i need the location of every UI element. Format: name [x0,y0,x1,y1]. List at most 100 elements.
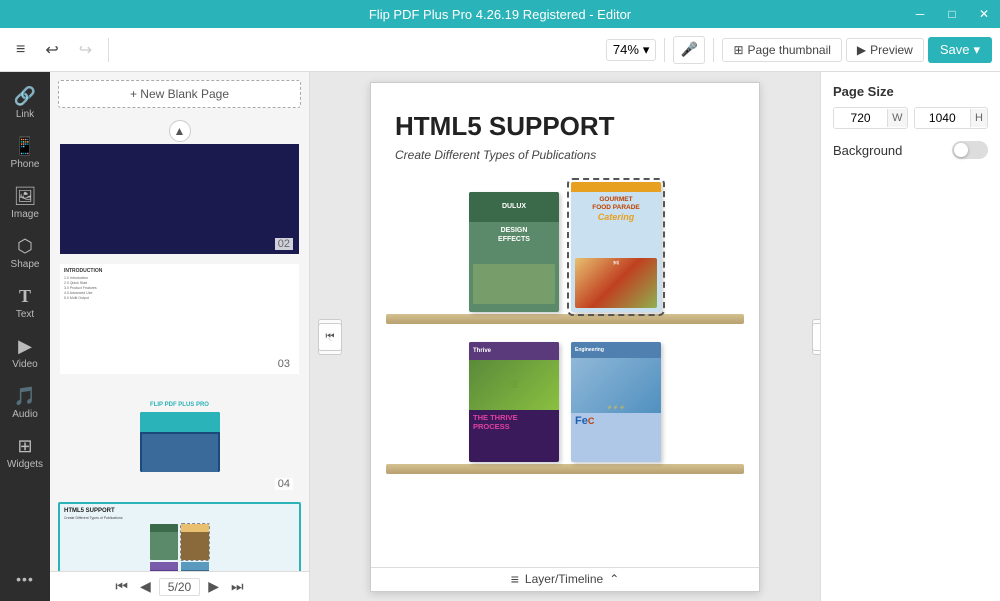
undo-button[interactable]: ↩ [37,36,66,64]
preview-button[interactable]: ▶ Preview [846,38,924,62]
thumb-prev-button[interactable]: ◀ [136,576,155,597]
page4-preview: FLIP PDF PLUS PRO [60,384,299,494]
height-input-wrap: H [914,107,989,129]
preview-icon: ▶ [857,43,866,57]
zoom-chevron-icon: ▾ [643,42,650,58]
thumbnail-page-02[interactable]: 02 [58,142,301,256]
app-title: Flip PDF Plus Pro 4.26.19 Registered - E… [369,7,631,22]
thumb-last-button[interactable]: ⏭ [227,576,248,597]
sidebar-item-more[interactable]: ••• [3,565,47,593]
mic-button[interactable]: 🎤 [673,36,705,64]
canvas-area: ‹ ⏮ HTML5 SUPPORT Create Different Types… [310,72,820,601]
sidebar-label-text: Text [16,309,34,320]
page5-preview: HTML5 SUPPORT Create Different Types of … [60,504,299,571]
page-size-inputs: W H [833,107,988,129]
thumbnail-navigation: ⏮ ◀ 5/20 ▶ ⏭ [50,571,309,601]
page3-preview: INTRODUCTION 1.0 Introduction 2.0 Quick … [60,264,299,374]
audio-icon: 🎵 [14,386,36,407]
thumb-next-button[interactable]: ▶ [204,576,223,597]
sidebar-label-video: Video [12,359,37,370]
sidebar-item-audio[interactable]: 🎵 Audio [3,380,47,426]
thumb-canvas-05: HTML5 SUPPORT Create Different Types of … [60,504,299,571]
link-icon: 🔗 [14,86,36,107]
thumbnail-page-05[interactable]: HTML5 SUPPORT Create Different Types of … [58,502,301,571]
toolbar-separator [108,38,109,62]
toolbar-separator2 [664,38,665,62]
sidebar-item-phone[interactable]: 📱 Phone [3,130,47,176]
background-label: Background [833,143,902,158]
page-indicator[interactable]: 5/20 [159,578,200,596]
thumb-scroll-top: ▲ [50,116,309,142]
thumbnail-page-04[interactable]: FLIP PDF PLUS PRO 04 [58,382,301,496]
shelf-row-1: DULUX DESIGN EFFECTS GOURMET FOOD PARADE… [391,182,739,324]
canvas-first-button[interactable]: ⏮ [318,323,342,351]
height-unit-label: H [970,109,987,127]
width-input[interactable] [834,108,887,128]
sidebar-item-link[interactable]: 🔗 Link [3,80,47,126]
sidebar-item-widgets[interactable]: ⊞ Widgets [3,430,47,476]
redo-button[interactable]: ↪ [71,36,100,64]
book-thrive-process[interactable]: Thrive 🌿 THE THRIVE PROCESS [469,342,559,462]
page-thumbnail-label: Page thumbnail [748,43,831,57]
sidebar-item-video[interactable]: ▶ Video [3,330,47,376]
thumb-num-03: 03 [275,358,293,370]
thumb-canvas-02 [60,144,299,254]
page-thumbnail-button[interactable]: ⊞ Page thumbnail [722,38,841,62]
right-panel: Page Size W H Background [820,72,1000,601]
sidebar-label-widgets: Widgets [7,459,43,470]
maximize-button[interactable]: □ [936,0,968,28]
width-unit-label: W [887,109,906,127]
left-sidebar: 🔗 Link 📱 Phone 🖼 Image ⬡ Shape T Text ▶ … [0,72,50,601]
layer-timeline-icon: ≡ [511,571,519,587]
book-gourmet-catering[interactable]: GOURMET FOOD PARADE Catering 🍽 [571,182,661,312]
thumbnail-list: 02 INTRODUCTION 1.0 Introduction 2.0 Qui… [50,142,309,571]
thumb-canvas-04: FLIP PDF PLUS PRO [60,384,299,494]
thumbnail-page-03[interactable]: INTRODUCTION 1.0 Introduction 2.0 Quick … [58,262,301,376]
new-blank-page-button[interactable]: + New Blank Page [58,80,301,108]
toolbar: ≡ ↩ ↪ 74% ▾ 🎤 ⊞ Page thumbnail ▶ Preview… [0,28,1000,72]
background-row: Background [833,141,988,159]
menu-button[interactable]: ≡ [8,37,33,63]
shelf-row-2: Thrive 🌿 THE THRIVE PROCESS Engineering [391,342,739,474]
sidebar-item-text[interactable]: T Text [3,280,47,326]
scroll-up-button[interactable]: ▲ [169,120,191,142]
thumb-num-02: 02 [275,238,293,250]
canvas-subtitle: Create Different Types of Publications [395,148,735,162]
layer-timeline-label: Layer/Timeline [525,572,603,586]
background-toggle[interactable] [952,141,988,159]
window-controls: ─ □ ✕ [904,0,1000,28]
zoom-control[interactable]: 74% ▾ [606,39,657,61]
video-icon: ▶ [18,336,32,357]
shape-icon: ⬡ [17,236,33,257]
thumbnail-icon: ⊞ [733,43,743,57]
sidebar-label-audio: Audio [12,409,38,420]
last-icon: ⏭ [820,331,821,342]
minimize-button[interactable]: ─ [904,0,936,28]
sidebar-label-image: Image [11,209,39,220]
shelf-plank-2 [386,464,744,474]
thumb-first-button[interactable]: ⏮ [111,576,132,597]
shelf-plank-1 [386,314,744,324]
book-fec[interactable]: Engineering ⚡⚡⚡ FeC [571,342,661,462]
layer-timeline-bar[interactable]: ≡ Layer/Timeline ⌃ [371,567,759,591]
layer-timeline-chevron-icon: ⌃ [609,572,619,586]
height-input[interactable] [915,108,971,128]
thumb-num-04: 04 [275,478,293,490]
canvas-title: HTML5 SUPPORT [395,111,735,142]
save-button[interactable]: Save ▾ [928,37,992,63]
sidebar-item-shape[interactable]: ⬡ Shape [3,230,47,276]
title-bar: Flip PDF Plus Pro 4.26.19 Registered - E… [0,0,1000,28]
book-design-effects[interactable]: DULUX DESIGN EFFECTS [469,192,559,312]
thumb-canvas-03: INTRODUCTION 1.0 Introduction 2.0 Quick … [60,264,299,374]
sidebar-item-image[interactable]: 🖼 Image [3,180,47,226]
main-area: 🔗 Link 📱 Phone 🖼 Image ⬡ Shape T Text ▶ … [0,72,1000,601]
close-button[interactable]: ✕ [968,0,1000,28]
phone-icon: 📱 [14,136,36,157]
save-chevron-icon: ▾ [973,42,980,58]
total-pages: 20 [178,580,191,594]
sidebar-label-shape: Shape [11,259,40,270]
preview-label: Preview [870,43,913,57]
image-icon: 🖼 [14,186,37,207]
mic-icon: 🎤 [681,41,698,58]
canvas-last-button[interactable]: ⏭ [812,323,820,351]
